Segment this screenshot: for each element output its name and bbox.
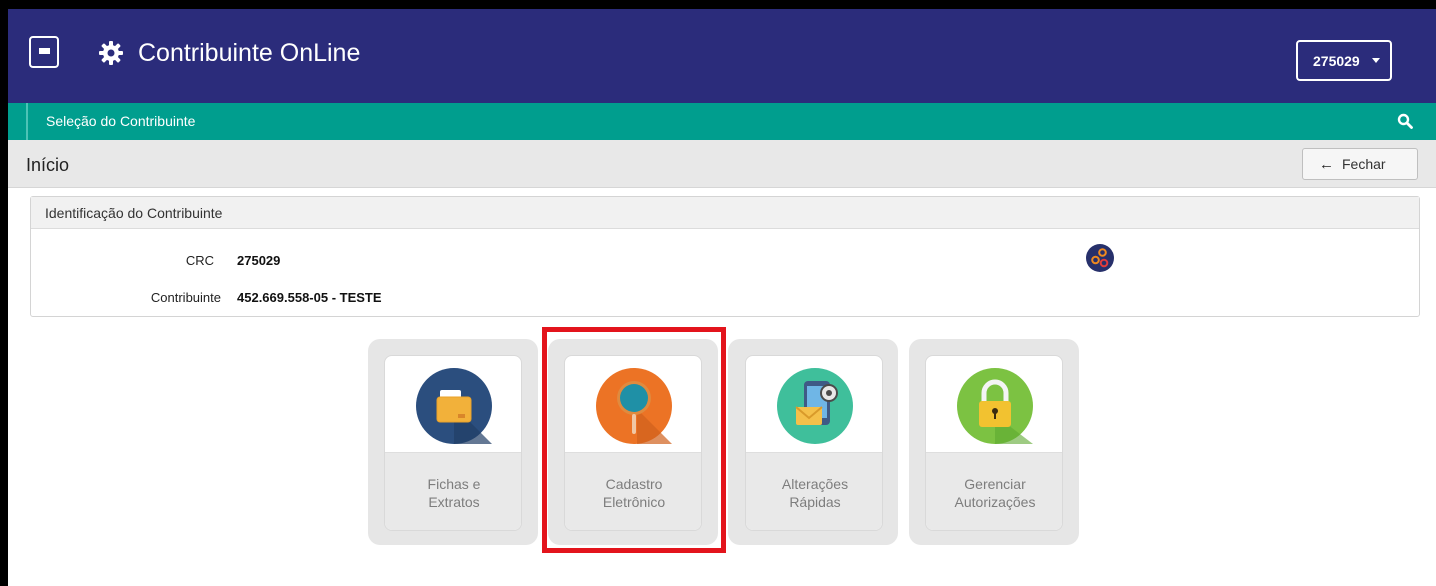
tile-caption-line2: Autorizações [954, 493, 1036, 510]
hamburger-icon [38, 47, 50, 57]
search-icon[interactable] [1397, 113, 1413, 129]
gear-icon [99, 41, 123, 65]
chevron-down-icon [1371, 58, 1380, 63]
contributor-label: Contribuinte [150, 290, 221, 305]
tile-alteracoes-rapidas[interactable]: Alterações Rápidas [745, 355, 883, 531]
arrow-left-icon: ← [1319, 155, 1334, 173]
folder-icon [416, 368, 492, 444]
contributor-value: 452.669.558-05 - TESTE [237, 290, 382, 305]
panel-heading: Identificação do Contribuinte [31, 197, 1419, 229]
menu-button[interactable] [29, 36, 59, 68]
close-button-label: Fechar [1342, 156, 1386, 172]
page-title: Início [26, 155, 70, 175]
tile-caption: Alterações Rápidas [746, 452, 882, 530]
tile-caption: Gerenciar Autorizações [926, 452, 1062, 530]
tile-caption-line2: Extratos [428, 493, 480, 510]
subnav-contributor-selection[interactable]: Seleção do Contribuinte [46, 113, 195, 129]
tile-caption-line2: Rápidas [789, 493, 841, 510]
tile-caption: Fichas e Extratos [385, 452, 521, 530]
subnav-accent [26, 103, 28, 140]
tile-gerenciar-autorizacoes[interactable]: Gerenciar Autorizações [925, 355, 1063, 531]
user-dropdown-value: 275029 [1313, 52, 1360, 69]
app-window: Contribuinte OnLine 275029 Seleção do Co… [8, 9, 1436, 586]
top-header: Contribuinte OnLine 275029 [8, 9, 1436, 103]
tile-fichas-extratos[interactable]: Fichas e Extratos [384, 355, 522, 531]
identification-panel: Identificação do Contribuinte CRC 275029… [30, 196, 1420, 317]
bug-icon[interactable] [1085, 243, 1115, 273]
close-button[interactable]: ← Fechar [1302, 148, 1418, 180]
tile-caption-line1: Alterações [781, 475, 849, 492]
tile-caption-line1: Gerenciar [964, 475, 1026, 492]
crc-value: 275029 [237, 253, 281, 268]
highlight-box [542, 327, 726, 553]
sub-navigation-bar: Seleção do Contribuinte [8, 103, 1436, 140]
phone-settings-icon [777, 368, 853, 444]
lock-icon [957, 368, 1033, 444]
tile-caption-line1: Fichas e [427, 475, 481, 492]
crc-label: CRC [185, 253, 214, 268]
app-title: Contribuinte OnLine [138, 39, 361, 67]
page-header: Início ← Fechar [8, 140, 1436, 188]
user-dropdown[interactable]: 275029 [1296, 40, 1392, 81]
